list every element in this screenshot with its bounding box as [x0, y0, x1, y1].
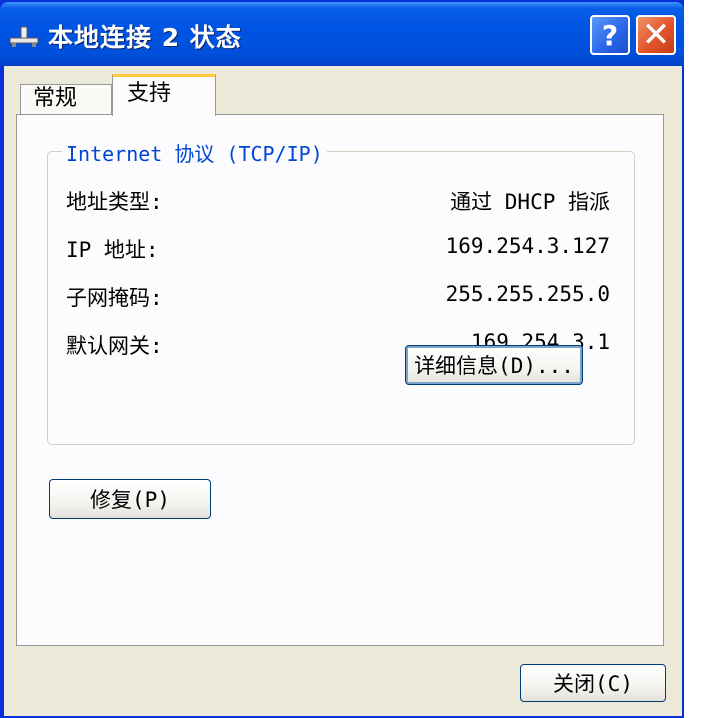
title-bar[interactable]: 本地连接 2 状态 ? ✕ [0, 2, 684, 66]
close-window-button[interactable]: ✕ [636, 15, 676, 55]
details-button[interactable]: 详细信息(D)... [405, 345, 583, 385]
subnet-mask-value: 255.255.255.0 [445, 282, 610, 306]
repair-button[interactable]: 修复(P) [49, 479, 211, 519]
help-button[interactable]: ? [590, 15, 630, 55]
subnet-mask-label: 子网掩码: [66, 286, 163, 310]
tab-general[interactable]: 常规 [20, 84, 112, 114]
network-connection-icon [9, 26, 39, 47]
ip-address-label: IP 地址: [66, 238, 159, 262]
groupbox-title: Internet 协议 (TCP/IP) [62, 138, 327, 167]
close-dialog-button[interactable]: 关闭(C) [520, 664, 666, 702]
dialog-client-area: 常规 支持 Internet 协议 (TCP/IP) 地址类型: 通过 DHCP… [4, 66, 682, 716]
tab-panel-support: Internet 协议 (TCP/IP) 地址类型: 通过 DHCP 指派 IP… [16, 114, 664, 646]
tcpip-groupbox: Internet 协议 (TCP/IP) 地址类型: 通过 DHCP 指派 IP… [47, 138, 635, 445]
ip-address-value: 169.254.3.127 [445, 234, 610, 258]
default-gateway-label: 默认网关: [66, 334, 163, 358]
address-type-value: 通过 DHCP 指派 [450, 190, 610, 214]
tab-support[interactable]: 支持 [112, 74, 216, 116]
address-type-label: 地址类型: [66, 190, 163, 214]
dialog-window: 本地连接 2 状态 ? ✕ 常规 支持 Internet 协议 (TCP/IP)… [0, 0, 684, 718]
window-title: 本地连接 2 状态 [48, 23, 242, 52]
